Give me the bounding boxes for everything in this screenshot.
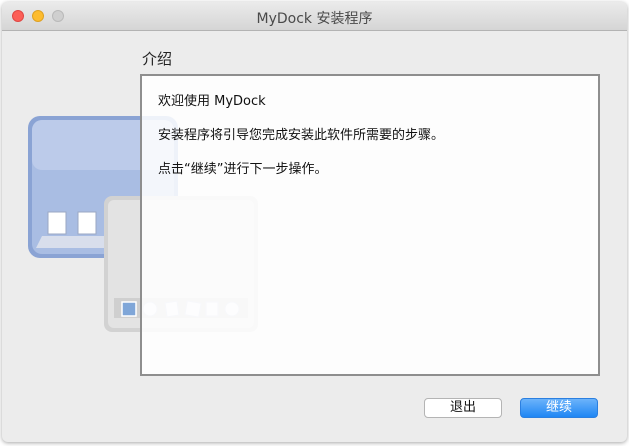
continue-hint-text: 点击“继续”进行下一步操作。 (158, 162, 328, 177)
section-title: 介绍 (142, 50, 173, 68)
quit-button[interactable]: 退出 (424, 398, 502, 418)
continue-button[interactable]: 继续 (520, 398, 598, 418)
window-title: MyDock 安装程序 (256, 11, 373, 27)
content-panel: 欢迎使用 MyDock 安装程序将引导您完成安装此软件所需要的步骤。 点击“继续… (140, 74, 600, 376)
installer-window: MyDock 安装程序 介绍 欢迎使用 MyDock 安装程序将引导您完成安装此… (2, 2, 627, 442)
instruction-text: 安装程序将引导您完成安装此软件所需要的步骤。 (158, 128, 445, 143)
welcome-text: 欢迎使用 MyDock (158, 94, 266, 109)
title-bar[interactable]: MyDock 安装程序 (2, 2, 627, 31)
